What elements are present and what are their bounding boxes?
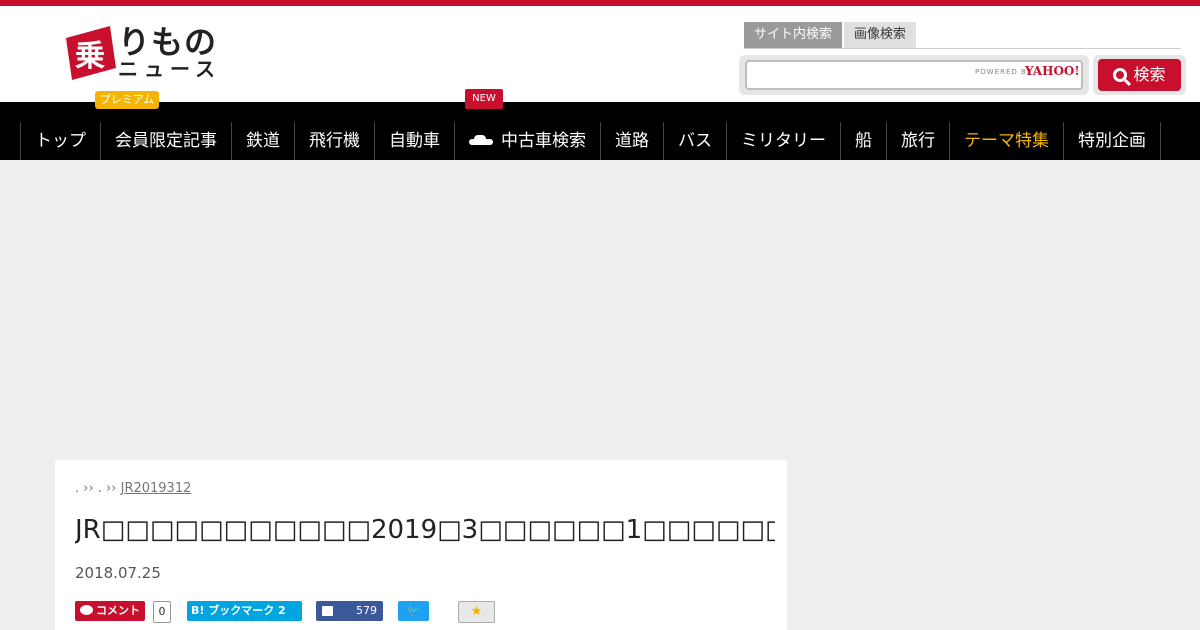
nav-item-military[interactable]: ミリタリー <box>727 122 841 160</box>
logo-text-top: りもの <box>118 23 218 61</box>
logo-mark-icon: 乗 <box>66 26 116 80</box>
article-title: JR□□□□□□□□□□□2019□3□□□□□□1□□□□□□2□□□□□□□ <box>75 515 775 545</box>
comment-button[interactable]: コメント <box>75 601 145 621</box>
logo-text-bottom: ニュース <box>118 57 221 81</box>
nav-item-road[interactable]: 道路 <box>601 122 664 160</box>
facebook-like-button[interactable]: 579 <box>316 601 383 621</box>
site-header: 乗 りもの ニュース サイト内検索 画像検索 POWERED BY YAHOO!… <box>0 6 1200 102</box>
article-date: 2018.07.25 <box>75 564 161 582</box>
nav-item-car[interactable]: 自動車 <box>375 122 455 160</box>
comment-count: 0 <box>153 601 171 623</box>
nav-item-top[interactable]: トップ <box>21 122 101 160</box>
nav-item-airplane[interactable]: 飛行機 <box>295 122 375 160</box>
powered-by-label: POWERED BY <box>975 68 1032 76</box>
twitter-bird-icon: 🐦 <box>406 604 421 617</box>
logo-mark-text: 乗 <box>75 39 105 74</box>
nav-item-bus[interactable]: バス <box>664 122 727 160</box>
breadcrumb-prefix: . ›› . ›› <box>75 481 117 496</box>
article-card: . ›› . ›› JR2019312 JR□□□□□□□□□□□2019□3□… <box>55 460 787 630</box>
nav-item-special-project[interactable]: 特別企画 <box>1064 122 1161 160</box>
yahoo-logo: YAHOO! <box>1025 64 1080 78</box>
search-button-label: 検索 <box>1133 65 1166 84</box>
nav-item-members-only[interactable]: 会員限定記事 <box>101 122 232 160</box>
hatena-bookmark-button[interactable]: B! ブックマーク 2 <box>187 601 302 621</box>
star-icon: ★ <box>470 604 483 619</box>
search-icon <box>1113 68 1128 82</box>
nav-item-theme-feature[interactable]: テーマ特集 <box>950 122 1064 160</box>
search-button[interactable]: 検索 <box>1098 59 1181 91</box>
twitter-share-button[interactable]: 🐦 <box>398 601 429 621</box>
tab-image-search[interactable]: 画像検索 <box>844 22 917 48</box>
car-icon <box>469 135 493 147</box>
nav-item-used-car-search[interactable]: 中古車検索 <box>455 122 601 160</box>
search-button-wrap: 検索 <box>1093 55 1186 95</box>
thumbs-up-icon <box>322 606 333 616</box>
breadcrumb: . ›› . ›› JR2019312 <box>75 481 191 496</box>
nav-item-travel[interactable]: 旅行 <box>887 122 950 160</box>
search-box: POWERED BY YAHOO! <box>739 55 1089 95</box>
nav-item-railway[interactable]: 鉄道 <box>232 122 295 160</box>
search-tabs: サイト内検索 画像検索 <box>744 22 917 48</box>
nav-item-ship[interactable]: 船 <box>841 122 887 160</box>
site-logo[interactable]: 乗 りもの ニュース <box>60 24 230 86</box>
search-tabs-divider <box>744 48 1181 49</box>
tab-site-search[interactable]: サイト内検索 <box>744 22 843 48</box>
main-nav: トップ 会員限定記事 鉄道 飛行機 自動車 中古車検索 道路 バス ミリタリー … <box>0 102 1200 160</box>
comment-bubble-icon <box>80 605 93 615</box>
breadcrumb-current-link[interactable]: JR2019312 <box>121 481 192 496</box>
new-badge: NEW <box>465 89 503 109</box>
favorite-button[interactable]: ★ <box>458 601 495 623</box>
like-count: 579 <box>356 604 377 617</box>
premium-badge: プレミアム <box>95 91 159 109</box>
